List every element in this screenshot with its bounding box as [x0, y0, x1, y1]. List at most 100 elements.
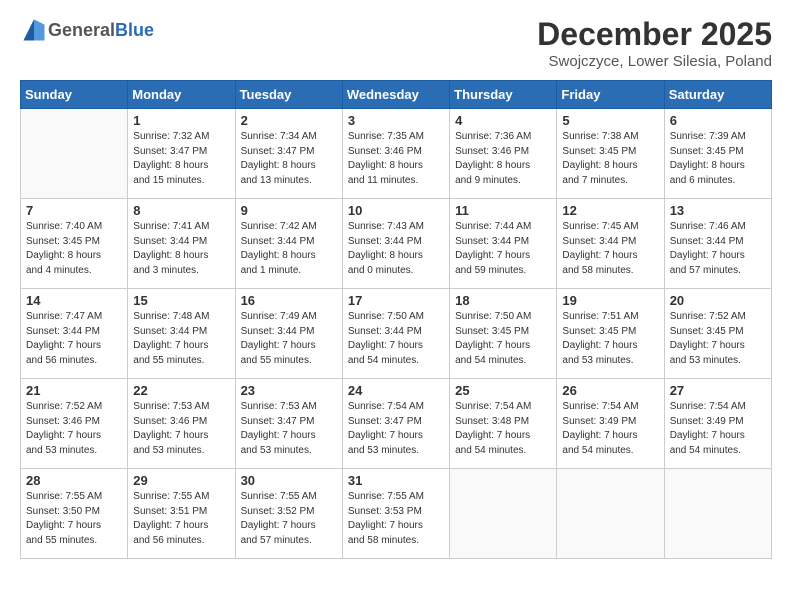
- day-info: Sunrise: 7:34 AM Sunset: 3:47 PM Dayligh…: [241, 130, 337, 188]
- day-number: 1: [133, 113, 229, 128]
- weekday-header-tuesday: Tuesday: [235, 81, 342, 109]
- calendar-cell: 7 Sunrise: 7:40 AM Sunset: 3:45 PM Daylig…: [21, 199, 128, 289]
- day-number: 17: [348, 293, 444, 308]
- calendar-cell: 10 Sunrise: 7:43 AM Sunset: 3:44 PM Dayli…: [342, 199, 449, 289]
- day-info: Sunrise: 7:40 AM Sunset: 3:45 PM Dayligh…: [26, 220, 122, 278]
- calendar-cell: 26 Sunrise: 7:54 AM Sunset: 3:49 PM Dayli…: [557, 379, 664, 469]
- calendar-cell: 5Sunrise: 7:38 AM Sunset: 3:45 PM Daylig…: [557, 109, 664, 199]
- day-number: 25: [455, 383, 551, 398]
- calendar-cell: 27 Sunrise: 7:54 AM Sunset: 3:49 PM Dayli…: [664, 379, 771, 469]
- calendar-cell: 1 Sunrise: 7:32 AM Sunset: 3:47 PM Daylig…: [128, 109, 235, 199]
- day-info: Sunrise: 7:54 AM Sunset: 3:49 PM Dayligh…: [670, 400, 766, 458]
- logo-icon: [20, 16, 48, 44]
- day-info: Sunrise: 7:32 AM Sunset: 3:47 PM Dayligh…: [133, 130, 229, 188]
- day-number: 8: [133, 203, 229, 218]
- day-info: Sunrise: 7:47 AM Sunset: 3:44 PM Dayligh…: [26, 310, 122, 368]
- calendar-cell: 22Sunrise: 7:53 AM Sunset: 3:46 PM Dayli…: [128, 379, 235, 469]
- calendar-cell: 24Sunrise: 7:54 AM Sunset: 3:47 PM Dayli…: [342, 379, 449, 469]
- day-number: 23: [241, 383, 337, 398]
- calendar-cell: 2 Sunrise: 7:34 AM Sunset: 3:47 PM Daylig…: [235, 109, 342, 199]
- day-number: 26: [562, 383, 658, 398]
- calendar-cell: 13Sunrise: 7:46 AM Sunset: 3:44 PM Dayli…: [664, 199, 771, 289]
- day-number: 22: [133, 383, 229, 398]
- day-info: Sunrise: 7:45 AM Sunset: 3:44 PM Dayligh…: [562, 220, 658, 278]
- calendar-cell: 3 Sunrise: 7:35 AM Sunset: 3:46 PM Daylig…: [342, 109, 449, 199]
- day-number: 10: [348, 203, 444, 218]
- day-info: Sunrise: 7:53 AM Sunset: 3:47 PM Dayligh…: [241, 400, 337, 458]
- day-number: 19: [562, 293, 658, 308]
- header: GeneralBlue December 2025 Swojczyce, Low…: [20, 16, 772, 70]
- calendar-cell: 18Sunrise: 7:50 AM Sunset: 3:45 PM Dayli…: [450, 289, 557, 379]
- day-number: 9: [241, 203, 337, 218]
- day-info: Sunrise: 7:39 AM Sunset: 3:45 PM Dayligh…: [670, 130, 766, 188]
- day-info: Sunrise: 7:50 AM Sunset: 3:44 PM Dayligh…: [348, 310, 444, 368]
- calendar-cell: [450, 469, 557, 559]
- day-number: 7: [26, 203, 122, 218]
- day-info: Sunrise: 7:54 AM Sunset: 3:49 PM Dayligh…: [562, 400, 658, 458]
- day-info: Sunrise: 7:54 AM Sunset: 3:48 PM Dayligh…: [455, 400, 551, 458]
- logo-general: General: [48, 20, 115, 40]
- calendar-cell: 9Sunrise: 7:42 AM Sunset: 3:44 PM Daylig…: [235, 199, 342, 289]
- day-info: Sunrise: 7:43 AM Sunset: 3:44 PM Dayligh…: [348, 220, 444, 278]
- weekday-header-sunday: Sunday: [21, 81, 128, 109]
- calendar-cell: 14Sunrise: 7:47 AM Sunset: 3:44 PM Dayli…: [21, 289, 128, 379]
- calendar-cell: 16 Sunrise: 7:49 AM Sunset: 3:44 PM Dayli…: [235, 289, 342, 379]
- day-number: 11: [455, 203, 551, 218]
- day-info: Sunrise: 7:48 AM Sunset: 3:44 PM Dayligh…: [133, 310, 229, 368]
- day-number: 28: [26, 473, 122, 488]
- day-number: 4: [455, 113, 551, 128]
- day-info: Sunrise: 7:55 AM Sunset: 3:50 PM Dayligh…: [26, 490, 122, 548]
- day-info: Sunrise: 7:36 AM Sunset: 3:46 PM Dayligh…: [455, 130, 551, 188]
- calendar-cell: 19Sunrise: 7:51 AM Sunset: 3:45 PM Dayli…: [557, 289, 664, 379]
- day-number: 6: [670, 113, 766, 128]
- day-number: 13: [670, 203, 766, 218]
- month-title: December 2025: [537, 16, 772, 53]
- calendar-cell: 28 Sunrise: 7:55 AM Sunset: 3:50 PM Dayli…: [21, 469, 128, 559]
- logo: GeneralBlue: [20, 16, 154, 44]
- day-info: Sunrise: 7:55 AM Sunset: 3:53 PM Dayligh…: [348, 490, 444, 548]
- day-info: Sunrise: 7:38 AM Sunset: 3:45 PM Dayligh…: [562, 130, 658, 188]
- calendar-cell: 25 Sunrise: 7:54 AM Sunset: 3:48 PM Dayli…: [450, 379, 557, 469]
- day-number: 12: [562, 203, 658, 218]
- calendar-cell: [557, 469, 664, 559]
- day-number: 29: [133, 473, 229, 488]
- weekday-header-thursday: Thursday: [450, 81, 557, 109]
- calendar-cell: [21, 109, 128, 199]
- title-area: December 2025 Swojczyce, Lower Silesia, …: [537, 16, 772, 70]
- day-number: 27: [670, 383, 766, 398]
- calendar-table: SundayMondayTuesdayWednesdayThursdayFrid…: [20, 80, 772, 559]
- day-number: 31: [348, 473, 444, 488]
- calendar-cell: 21 Sunrise: 7:52 AM Sunset: 3:46 PM Dayli…: [21, 379, 128, 469]
- day-number: 15: [133, 293, 229, 308]
- calendar-cell: 8 Sunrise: 7:41 AM Sunset: 3:44 PM Daylig…: [128, 199, 235, 289]
- weekday-header-saturday: Saturday: [664, 81, 771, 109]
- day-info: Sunrise: 7:52 AM Sunset: 3:45 PM Dayligh…: [670, 310, 766, 368]
- weekday-header-wednesday: Wednesday: [342, 81, 449, 109]
- location-title: Swojczyce, Lower Silesia, Poland: [537, 53, 772, 70]
- calendar-cell: 29Sunrise: 7:55 AM Sunset: 3:51 PM Dayli…: [128, 469, 235, 559]
- day-number: 20: [670, 293, 766, 308]
- day-info: Sunrise: 7:52 AM Sunset: 3:46 PM Dayligh…: [26, 400, 122, 458]
- day-info: Sunrise: 7:41 AM Sunset: 3:44 PM Dayligh…: [133, 220, 229, 278]
- calendar-cell: 11 Sunrise: 7:44 AM Sunset: 3:44 PM Dayli…: [450, 199, 557, 289]
- day-number: 24: [348, 383, 444, 398]
- day-info: Sunrise: 7:55 AM Sunset: 3:52 PM Dayligh…: [241, 490, 337, 548]
- calendar-cell: 30Sunrise: 7:55 AM Sunset: 3:52 PM Dayli…: [235, 469, 342, 559]
- day-info: Sunrise: 7:35 AM Sunset: 3:46 PM Dayligh…: [348, 130, 444, 188]
- day-info: Sunrise: 7:50 AM Sunset: 3:45 PM Dayligh…: [455, 310, 551, 368]
- day-number: 3: [348, 113, 444, 128]
- day-info: Sunrise: 7:49 AM Sunset: 3:44 PM Dayligh…: [241, 310, 337, 368]
- day-number: 16: [241, 293, 337, 308]
- calendar-cell: 31 Sunrise: 7:55 AM Sunset: 3:53 PM Dayli…: [342, 469, 449, 559]
- day-info: Sunrise: 7:44 AM Sunset: 3:44 PM Dayligh…: [455, 220, 551, 278]
- weekday-header-friday: Friday: [557, 81, 664, 109]
- calendar-cell: [664, 469, 771, 559]
- logo-blue: Blue: [115, 20, 154, 40]
- weekday-header-monday: Monday: [128, 81, 235, 109]
- day-number: 21: [26, 383, 122, 398]
- day-number: 2: [241, 113, 337, 128]
- calendar-cell: 23 Sunrise: 7:53 AM Sunset: 3:47 PM Dayli…: [235, 379, 342, 469]
- calendar-cell: 20 Sunrise: 7:52 AM Sunset: 3:45 PM Dayli…: [664, 289, 771, 379]
- calendar-cell: 12 Sunrise: 7:45 AM Sunset: 3:44 PM Dayli…: [557, 199, 664, 289]
- calendar-cell: 6 Sunrise: 7:39 AM Sunset: 3:45 PM Daylig…: [664, 109, 771, 199]
